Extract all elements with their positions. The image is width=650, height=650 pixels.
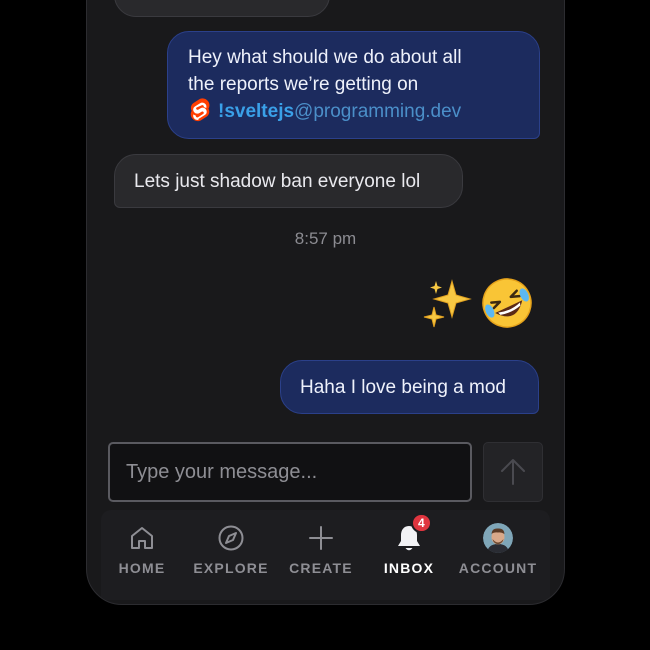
message-text-line: the reports we’re getting on [188,74,419,95]
community-link[interactable]: !sveltejs@programming.dev [188,98,519,125]
nav-label: HOME [118,560,166,576]
emoji-message [422,276,534,330]
nav-label: ACCOUNT [458,560,538,576]
message-text: Lets just shadow ban everyone lol [134,170,421,192]
nav-item-explore[interactable]: EXPLORE [186,522,276,576]
message-input[interactable] [126,460,454,484]
rolling-laughing-emoji [482,278,532,328]
outgoing-message-bubble: Haha I love being a mod [280,360,539,414]
community-name[interactable]: !sveltejs [218,101,294,122]
compass-icon [218,525,244,551]
nav-item-account[interactable]: ACCOUNT [453,522,543,576]
outgoing-message-bubble: Hey what should we do about all the repo… [167,31,540,139]
previous-message-bubble [114,0,330,17]
arrow-up-icon [501,459,525,485]
nav-label: EXPLORE [193,560,269,576]
message-text: Haha I love being a mod [300,376,506,398]
svelte-logo-icon [190,98,210,122]
nav-item-inbox[interactable]: 4 INBOX [364,513,454,576]
bottom-navigation: HOME EXPLORE CREATE 4 INBOX ACCOUNT [101,510,550,600]
home-icon [131,527,153,549]
notification-badge: 4 [411,513,432,533]
plus-icon [309,526,333,550]
send-button[interactable] [483,442,543,502]
message-text-line: Hey what should we do about all [188,47,462,68]
nav-label: CREATE [289,560,353,576]
message-timestamp: 8:57 pm [294,229,357,248]
nav-item-create[interactable]: CREATE [276,522,366,576]
message-composer[interactable] [108,442,472,502]
sparkles-emoji [423,279,472,328]
nav-label: INBOX [383,560,435,576]
community-instance[interactable]: @programming.dev [294,101,461,122]
nav-item-home[interactable]: HOME [97,522,187,576]
incoming-message-bubble: Lets just shadow ban everyone lol [114,154,463,208]
phone-frame: Hey what should we do about all the repo… [86,0,565,605]
avatar [483,523,513,553]
